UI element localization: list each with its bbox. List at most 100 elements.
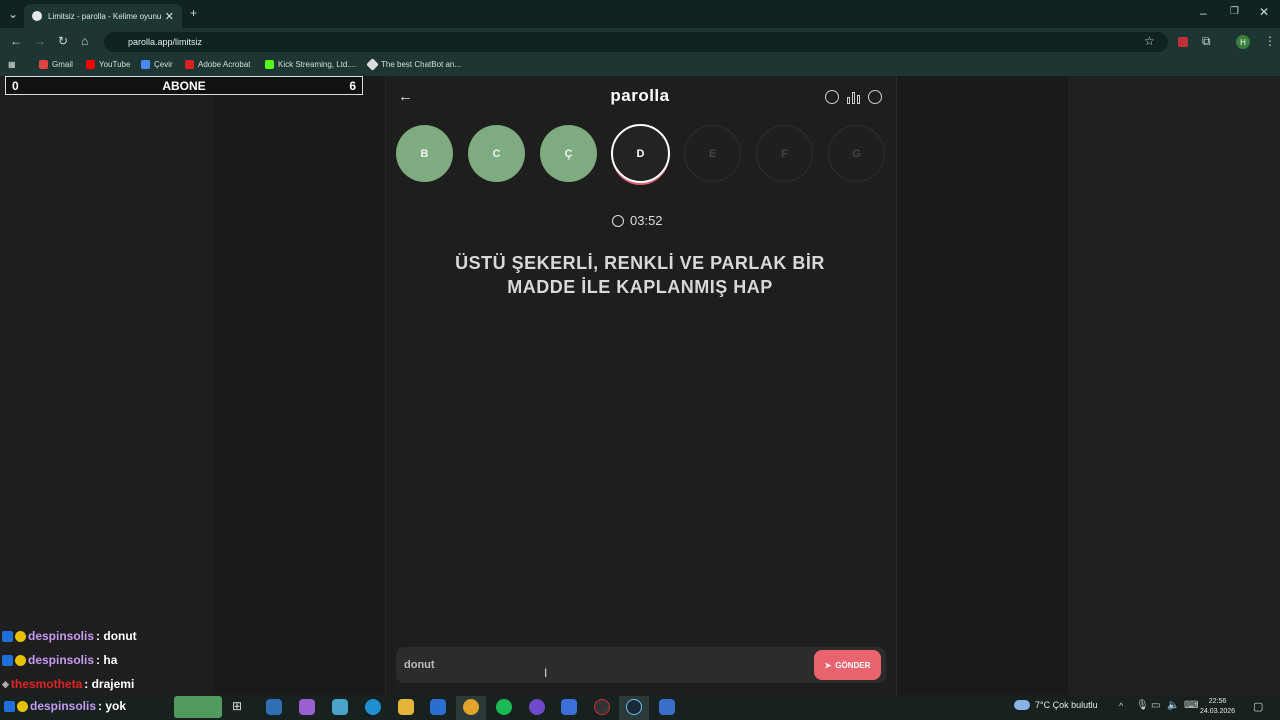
bookmark-chatbot[interactable]: The best ChatBot an... xyxy=(366,58,461,71)
chat-message: : yok xyxy=(98,699,127,713)
new-tab-icon[interactable]: + xyxy=(190,6,197,20)
task-view-icon[interactable]: ⊞ xyxy=(232,699,248,715)
back-arrow-icon[interactable]: ← xyxy=(398,88,413,105)
profile-icon[interactable] xyxy=(868,90,882,104)
bookmark-youtube[interactable]: YouTube xyxy=(86,60,130,69)
send-icon: ➤ xyxy=(824,660,832,670)
gem-icon: ◆ xyxy=(2,678,9,689)
timer-value: 03:52 xyxy=(630,213,663,228)
home-icon[interactable]: ⌂ xyxy=(81,34,88,48)
steam-icon[interactable] xyxy=(626,699,642,715)
mail-icon[interactable] xyxy=(430,699,446,715)
letter-circle-f: F xyxy=(756,125,813,182)
chrome-icon[interactable] xyxy=(463,699,479,715)
minimize-icon[interactable]: – xyxy=(1200,6,1207,20)
weather-text: 7°C Çok bulutlu xyxy=(1035,700,1098,710)
badge-icon xyxy=(2,654,13,666)
stats-bar-2 xyxy=(852,92,855,104)
youtube-icon xyxy=(86,60,95,69)
obs-icon[interactable] xyxy=(594,699,610,715)
stats-bar-1 xyxy=(847,97,850,104)
file-explorer-icon[interactable] xyxy=(398,699,414,715)
cloud-icon xyxy=(1014,700,1030,710)
bookmark-kick[interactable]: Kick Streaming, Ltd.... xyxy=(265,60,356,69)
bookmarks-bar: ▦ Gmail YouTube Çevir Adobe Acrobat Kick… xyxy=(0,56,1280,76)
app-title: parolla xyxy=(610,86,670,105)
bookmark-star-icon[interactable]: ☆ xyxy=(1144,34,1155,48)
back-icon[interactable]: ← xyxy=(10,34,22,48)
letter-circle-e: E xyxy=(684,125,741,182)
spotify-icon[interactable] xyxy=(496,699,512,715)
badge-icon xyxy=(2,630,13,642)
bookmark-gmail[interactable]: Gmail xyxy=(39,60,73,69)
chat-line: despinsolis : donut xyxy=(2,624,212,648)
letter-circle-g: G xyxy=(828,125,885,182)
gmail-icon xyxy=(39,60,48,69)
clock-icon xyxy=(612,214,624,227)
send-label: GÖNDER xyxy=(835,660,871,670)
menu-icon[interactable]: ⋮ xyxy=(1264,34,1276,48)
translate-icon xyxy=(141,60,150,69)
question-text: ÜSTÜ ŞEKERLİ, RENKLİ VE PARLAK BİR MADDE… xyxy=(420,251,860,299)
restore-icon[interactable]: ❐ xyxy=(1230,6,1239,17)
apps-grid-icon[interactable]: ▦ xyxy=(8,60,16,69)
stats-bar-3 xyxy=(857,95,860,104)
subscriber-counter: 0 ABONE 6 xyxy=(5,76,363,95)
app-icon[interactable] xyxy=(659,699,675,715)
app-icon[interactable] xyxy=(332,699,348,715)
window-close-icon[interactable]: ✕ xyxy=(1259,5,1269,19)
counter-left-value: 0 xyxy=(12,78,19,93)
letter-circle-cedilla-c: Ç xyxy=(540,125,597,182)
microphone-icon[interactable]: 🎙 xyxy=(1136,700,1149,711)
send-button[interactable]: ➤ GÖNDER xyxy=(814,650,881,680)
notification-icon[interactable]: ▢ xyxy=(1253,700,1263,713)
answer-input[interactable] xyxy=(404,657,704,673)
extensions-puzzle-icon[interactable]: ⧉ xyxy=(1202,34,1211,49)
tab-favicon-icon xyxy=(32,11,42,21)
browser-tab[interactable]: Limitsiz - parolla - Kelime oyunu ✕ xyxy=(24,4,182,28)
forward-icon[interactable]: → xyxy=(34,34,46,48)
widgets-icon[interactable] xyxy=(174,696,222,718)
address-bar[interactable]: parolla.app/limitsiz xyxy=(104,32,1168,52)
tab-close-icon[interactable]: ✕ xyxy=(165,10,174,23)
badge-icon xyxy=(17,700,28,712)
question-line-2: MADDE İLE KAPLANMIŞ HAP xyxy=(507,277,773,297)
page-right-background xyxy=(1068,76,1280,695)
app-icon[interactable] xyxy=(529,699,545,715)
badge-icon xyxy=(15,630,26,642)
system-clock[interactable]: 22:56 24.03.2026 xyxy=(1200,697,1235,717)
weather-widget[interactable]: 7°C Çok bulutlu xyxy=(1014,700,1098,710)
chat-username: despinsolis xyxy=(28,653,95,667)
volume-icon[interactable]: 🔈 xyxy=(1167,700,1179,711)
info-icon[interactable] xyxy=(825,90,839,104)
app-icon[interactable] xyxy=(266,699,282,715)
extension-icon[interactable] xyxy=(1178,37,1188,47)
bookmark-cevir[interactable]: Çevir xyxy=(141,60,173,69)
chat-username: despinsolis xyxy=(28,629,95,643)
counter-label: ABONE xyxy=(162,78,206,93)
countdown-timer: 03:52 xyxy=(612,213,663,228)
network-icon[interactable]: ▭ xyxy=(1151,700,1160,711)
stream-left-panel xyxy=(0,76,213,695)
tab-title: Limitsiz - parolla - Kelime oyunu xyxy=(48,11,162,21)
letter-circle-c: C xyxy=(468,125,525,182)
copilot-icon[interactable] xyxy=(299,699,315,715)
chat-line-partial: despinsolis : yok xyxy=(4,699,126,713)
chat-username: despinsolis xyxy=(30,699,97,713)
badge-icon xyxy=(4,700,15,712)
reload-icon[interactable]: ↻ xyxy=(58,34,68,48)
keyboard-icon[interactable]: ⌨ xyxy=(1184,700,1198,711)
stats-icon[interactable] xyxy=(847,90,861,104)
app-icon[interactable] xyxy=(561,699,577,715)
tray-chevron-icon[interactable]: ^ xyxy=(1119,701,1123,711)
question-line-1: ÜSTÜ ŞEKERLİ, RENKLİ VE PARLAK BİR xyxy=(455,253,825,273)
counter-right-value: 6 xyxy=(349,78,356,93)
edge-icon[interactable] xyxy=(365,699,381,715)
bookmark-adobe[interactable]: Adobe Acrobat xyxy=(185,60,250,69)
text-cursor-icon: I xyxy=(544,666,548,680)
tab-search-icon[interactable]: ⌄ xyxy=(8,7,18,21)
chatbot-icon xyxy=(366,58,379,71)
adobe-icon xyxy=(185,60,194,69)
profile-avatar[interactable]: H xyxy=(1236,35,1250,49)
chat-message: : drajemi xyxy=(84,677,135,691)
